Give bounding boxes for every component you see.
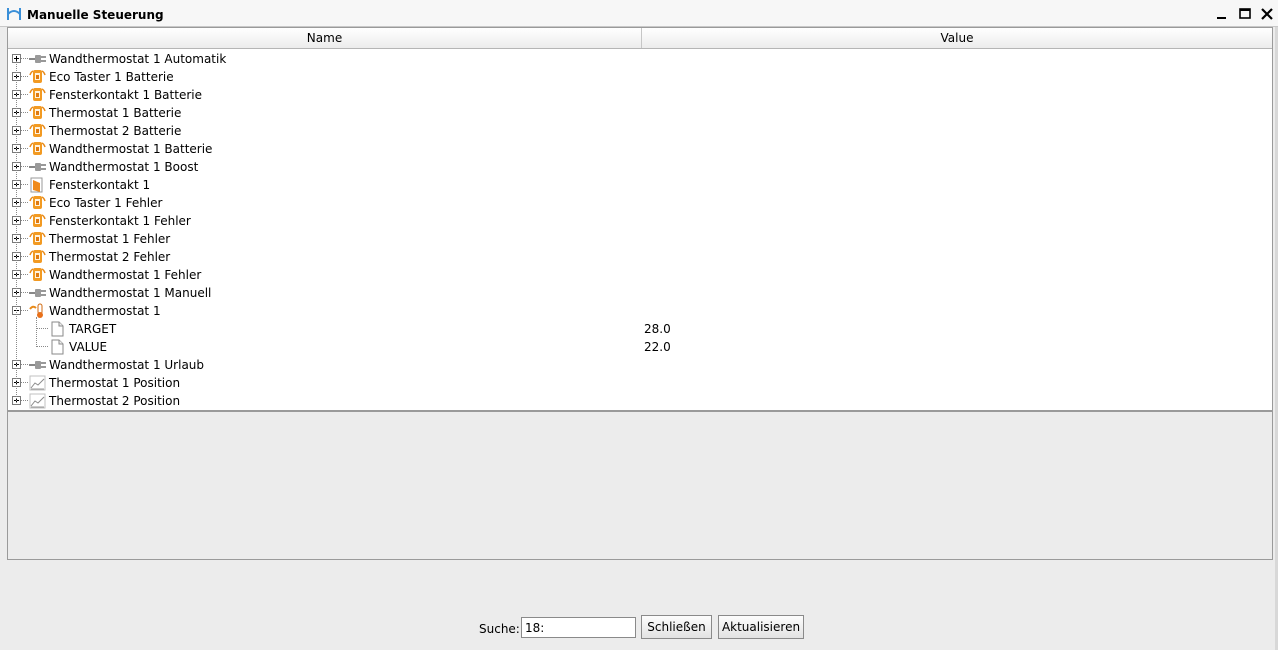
column-header-name[interactable]: Name bbox=[8, 28, 642, 48]
tree-row[interactable]: Eco Taster 1 Fehler bbox=[8, 194, 1272, 212]
row-label: Wandthermostat 1 bbox=[49, 304, 161, 318]
tree-connector bbox=[21, 220, 28, 221]
row-label: Eco Taster 1 Batterie bbox=[49, 70, 174, 84]
battery-icon bbox=[29, 213, 46, 229]
row-label: Thermostat 1 Batterie bbox=[49, 106, 182, 120]
tree-connector bbox=[21, 238, 28, 239]
maximize-icon[interactable] bbox=[1236, 5, 1254, 23]
battery-icon bbox=[29, 105, 46, 121]
row-label: Thermostat 1 Fehler bbox=[49, 232, 171, 246]
tree-connector bbox=[21, 58, 28, 59]
row-value: 22.0 bbox=[644, 340, 671, 354]
tree-table: Name Value Wandthermostat 1 Automatik Eco… bbox=[7, 27, 1273, 560]
battery-icon bbox=[29, 87, 46, 103]
tree-connector bbox=[21, 94, 28, 95]
tree-row[interactable]: Fensterkontakt 1 bbox=[8, 176, 1272, 194]
tree-row[interactable]: Wandthermostat 1 Automatik bbox=[8, 50, 1272, 68]
tree-row[interactable]: Thermostat 2 Position bbox=[8, 392, 1272, 410]
tree-connector bbox=[21, 166, 28, 167]
table-header: Name Value bbox=[8, 28, 1272, 49]
tree-row[interactable]: Wandthermostat 1 Fehler bbox=[8, 266, 1272, 284]
column-header-value[interactable]: Value bbox=[642, 28, 1272, 48]
app-icon bbox=[6, 6, 22, 22]
row-label: Thermostat 2 Position bbox=[49, 394, 181, 408]
tree-connector bbox=[36, 328, 48, 329]
row-label: TARGET bbox=[69, 322, 117, 336]
battery-icon bbox=[29, 249, 46, 265]
document-icon bbox=[49, 339, 66, 355]
window-title: Manuelle Steuerung bbox=[27, 8, 164, 22]
plug-icon bbox=[29, 159, 46, 175]
battery-icon bbox=[29, 195, 46, 211]
row-label: Fensterkontakt 1 Fehler bbox=[49, 214, 191, 228]
row-value: 28.0 bbox=[644, 322, 671, 336]
chart-icon bbox=[29, 393, 46, 409]
tree-row[interactable]: Thermostat 2 Batterie bbox=[8, 122, 1272, 140]
thermometer-icon bbox=[29, 303, 46, 319]
row-label: Wandthermostat 1 Manuell bbox=[49, 286, 212, 300]
row-label: Thermostat 2 Fehler bbox=[49, 250, 171, 264]
tree-row[interactable]: Thermostat 1 Fehler bbox=[8, 230, 1272, 248]
tree-row[interactable]: Wandthermostat 1 Manuell bbox=[8, 284, 1272, 302]
row-label: Thermostat 1 Position bbox=[49, 376, 181, 390]
tree-connector bbox=[21, 112, 28, 113]
tree-row[interactable]: Fensterkontakt 1 Batterie bbox=[8, 86, 1272, 104]
search-input[interactable] bbox=[521, 617, 636, 638]
tree-row[interactable]: Wandthermostat 1 Boost bbox=[8, 158, 1272, 176]
battery-icon bbox=[29, 267, 46, 283]
tree-connector bbox=[21, 310, 28, 311]
row-label: Wandthermostat 1 Batterie bbox=[49, 142, 213, 156]
tree-row[interactable]: Wandthermostat 1 Batterie bbox=[8, 140, 1272, 158]
tree-connector bbox=[21, 292, 28, 293]
tree-connector bbox=[21, 400, 28, 401]
tree-row[interactable]: Wandthermostat 1 Urlaub bbox=[8, 356, 1272, 374]
battery-icon bbox=[29, 123, 46, 139]
close-button[interactable]: Schließen bbox=[641, 615, 712, 639]
tree-connector bbox=[21, 148, 28, 149]
tree-view[interactable]: Wandthermostat 1 Automatik Eco Taster 1 B… bbox=[8, 49, 1272, 412]
tree-row[interactable]: Thermostat 1 Batterie bbox=[8, 104, 1272, 122]
tree-guide-line bbox=[16, 61, 17, 403]
chart-icon bbox=[29, 375, 46, 391]
row-label: VALUE bbox=[69, 340, 108, 354]
row-label: Wandthermostat 1 Urlaub bbox=[49, 358, 205, 372]
row-label: Fensterkontakt 1 bbox=[49, 178, 151, 192]
tree-connector bbox=[21, 202, 28, 203]
row-label: Wandthermostat 1 Fehler bbox=[49, 268, 202, 282]
tree-row[interactable]: Thermostat 2 Fehler bbox=[8, 248, 1272, 266]
row-label: Wandthermostat 1 Automatik bbox=[49, 52, 227, 66]
row-label: Wandthermostat 1 Boost bbox=[49, 160, 199, 174]
tree-connector bbox=[21, 256, 28, 257]
battery-icon bbox=[29, 69, 46, 85]
tree-connector bbox=[21, 76, 28, 77]
plug-icon bbox=[29, 51, 46, 67]
tree-connector bbox=[21, 130, 28, 131]
refresh-button[interactable]: Aktualisieren bbox=[718, 615, 804, 639]
battery-icon bbox=[29, 141, 46, 157]
close-icon[interactable] bbox=[1258, 5, 1276, 23]
row-label: Fensterkontakt 1 Batterie bbox=[49, 88, 202, 102]
tree-row[interactable]: Fensterkontakt 1 Fehler bbox=[8, 212, 1272, 230]
row-label: Eco Taster 1 Fehler bbox=[49, 196, 163, 210]
row-label: Thermostat 2 Batterie bbox=[49, 124, 182, 138]
window-titlebar: Manuelle Steuerung bbox=[0, 0, 1278, 27]
tree-row[interactable]: Eco Taster 1 Batterie bbox=[8, 68, 1272, 86]
tree-child-guide-line bbox=[36, 317, 37, 347]
tree-row[interactable]: Wandthermostat 1 bbox=[8, 302, 1272, 320]
tree-connector bbox=[21, 382, 28, 383]
plug-icon bbox=[29, 285, 46, 301]
tree-connector bbox=[21, 274, 28, 275]
plug-icon bbox=[29, 357, 46, 373]
battery-icon bbox=[29, 231, 46, 247]
tree-connector bbox=[21, 364, 28, 365]
tree-child-row[interactable]: TARGET 28.0 bbox=[8, 320, 1272, 338]
minimize-icon[interactable] bbox=[1213, 5, 1231, 23]
tree-connector bbox=[21, 184, 28, 185]
search-label: Suche: bbox=[479, 622, 520, 636]
tree-row[interactable]: Thermostat 1 Position bbox=[8, 374, 1272, 392]
document-icon bbox=[49, 321, 66, 337]
tree-child-row[interactable]: VALUE 22.0 bbox=[8, 338, 1272, 356]
tree-connector bbox=[36, 346, 48, 347]
window-contact-icon bbox=[29, 177, 46, 193]
